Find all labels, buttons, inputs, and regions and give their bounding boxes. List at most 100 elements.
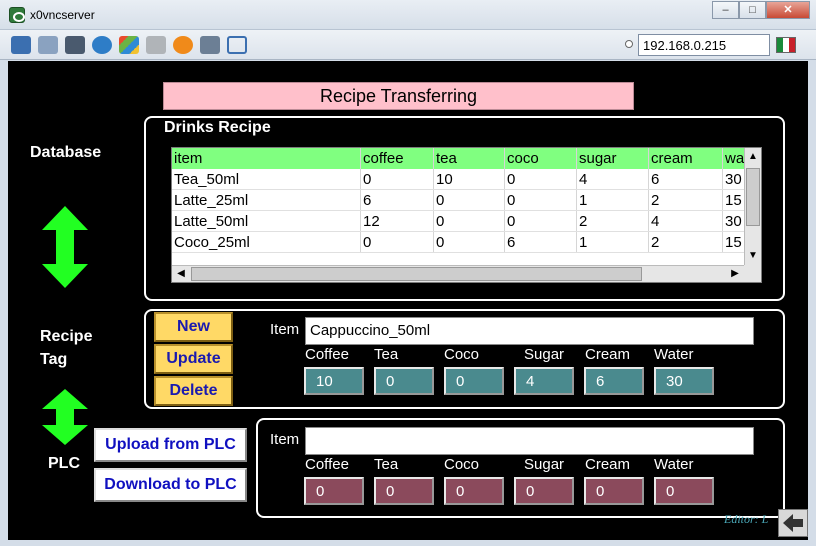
column-header[interactable]: cream: [649, 148, 723, 169]
horizontal-scrollbar[interactable]: ◀ ▶: [172, 265, 746, 282]
options-tools-icon[interactable]: [65, 36, 85, 54]
column-header[interactable]: coffee: [361, 148, 434, 169]
table-cell: Coco_25ml: [172, 232, 361, 252]
sugar-plc-input[interactable]: 0: [514, 477, 574, 505]
update-button[interactable]: Update: [154, 344, 233, 374]
download-to-plc-button[interactable]: Download to PLC: [94, 468, 247, 502]
delete-button[interactable]: Delete: [154, 376, 233, 406]
table-cell: 10: [434, 169, 505, 189]
scroll-down-icon[interactable]: ▼: [745, 248, 761, 264]
table-cell: 0: [505, 190, 577, 210]
window-title: x0vncserver: [30, 8, 95, 22]
scroll-up-icon[interactable]: ▲: [745, 149, 761, 165]
tag-item-input[interactable]: Cappuccino_50ml: [305, 317, 754, 345]
table-cell: 6: [361, 190, 434, 210]
coco-plc-input[interactable]: 0: [444, 477, 504, 505]
scroll-right-icon[interactable]: ▶: [727, 266, 743, 282]
recipe-label: Recipe: [40, 328, 93, 345]
table-cell: Latte_25ml: [172, 190, 361, 210]
table-row[interactable]: Latte_50ml 12 0 0 2 4 30: [172, 211, 746, 232]
database-label: Database: [30, 144, 102, 161]
windows-icon[interactable]: [38, 36, 58, 54]
vertical-scroll-thumb[interactable]: [746, 168, 760, 226]
recipe-table[interactable]: item coffee tea coco sugar cream wa Tea_…: [171, 147, 762, 283]
plc-item-input[interactable]: [305, 427, 754, 455]
alert-icon[interactable]: [173, 36, 193, 54]
keyboard-icon[interactable]: [146, 36, 166, 54]
close-button[interactable]: ✕: [766, 1, 810, 19]
table-row[interactable]: Tea_50ml 0 10 0 4 6 30: [172, 169, 746, 190]
vertical-scrollbar[interactable]: ▲ ▼: [744, 148, 761, 266]
table-cell: 15: [723, 190, 746, 210]
field-label: Cream: [585, 456, 631, 473]
table-cell: 0: [434, 190, 505, 210]
refresh-icon[interactable]: [92, 36, 112, 54]
vnc-app-icon: [9, 7, 25, 23]
column-header[interactable]: coco: [505, 148, 577, 169]
coffee-tag-input[interactable]: 10: [304, 367, 364, 395]
fullscreen-icon[interactable]: [227, 36, 247, 54]
tea-plc-input[interactable]: 0: [374, 477, 434, 505]
disconnect-icon[interactable]: [200, 36, 220, 54]
column-header[interactable]: item: [172, 148, 361, 169]
coco-tag-input[interactable]: 0: [444, 367, 504, 395]
horizontal-scroll-thumb[interactable]: [191, 267, 642, 281]
editor-watermark: Editor: L: [724, 512, 769, 526]
table-cell: 0: [434, 211, 505, 231]
table-cell: 12: [361, 211, 434, 231]
field-label: Tea: [374, 456, 399, 473]
plc-label: PLC: [48, 455, 80, 472]
field-label: Water: [654, 346, 694, 363]
page-title: Recipe Transferring: [163, 82, 634, 110]
column-header[interactable]: tea: [434, 148, 505, 169]
drinks-recipe-title: Drinks Recipe: [164, 119, 271, 136]
new-button[interactable]: New: [154, 312, 233, 342]
table-cell: Tea_50ml: [172, 169, 361, 189]
table-cell: 6: [505, 232, 577, 252]
water-plc-input[interactable]: 0: [654, 477, 714, 505]
back-arrow-icon: [783, 514, 803, 532]
column-header[interactable]: wa: [723, 148, 746, 169]
cream-plc-input[interactable]: 0: [584, 477, 644, 505]
table-cell: Latte_50ml: [172, 211, 361, 231]
table-cell: 0: [505, 169, 577, 189]
water-tag-input[interactable]: 30: [654, 367, 714, 395]
table-cell: 0: [361, 169, 434, 189]
hmi-screen: Recipe Transferring Database Recipe Tag …: [8, 61, 808, 540]
table-cell: 1: [577, 232, 649, 252]
cream-tag-input[interactable]: 6: [584, 367, 644, 395]
table-cell: 4: [577, 169, 649, 189]
table-cell: 0: [505, 211, 577, 231]
upload-from-plc-button[interactable]: Upload from PLC: [94, 428, 247, 462]
table-cell: 0: [434, 232, 505, 252]
table-cell: 30: [723, 211, 746, 231]
table-row[interactable]: Coco_25ml 0 0 6 1 2 15: [172, 232, 746, 253]
field-label: Water: [654, 456, 694, 473]
table-cell: 30: [723, 169, 746, 189]
status-dot-icon: [625, 40, 633, 48]
field-label: Coffee: [305, 346, 349, 363]
field-label: Cream: [585, 346, 631, 363]
connection-info-icon[interactable]: [11, 36, 31, 54]
windows-key-icon[interactable]: [119, 36, 139, 54]
table-cell: 0: [361, 232, 434, 252]
table-cell: 1: [577, 190, 649, 210]
minimize-button[interactable]: –: [712, 1, 739, 19]
scroll-left-icon[interactable]: ◀: [173, 266, 189, 282]
sugar-tag-input[interactable]: 4: [514, 367, 574, 395]
column-header[interactable]: sugar: [577, 148, 649, 169]
field-label: Coco: [444, 456, 480, 473]
table-row[interactable]: Latte_25ml 6 0 0 1 2 15: [172, 190, 746, 211]
table-cell: 2: [649, 232, 723, 252]
window-titlebar: x0vncserver – □ ✕: [0, 0, 816, 30]
table-cell: 2: [577, 211, 649, 231]
back-button[interactable]: [778, 509, 808, 537]
flag-icon: [776, 37, 796, 53]
coffee-plc-input[interactable]: 0: [304, 477, 364, 505]
ip-address-field[interactable]: 192.168.0.215: [638, 34, 770, 56]
tea-tag-input[interactable]: 0: [374, 367, 434, 395]
maximize-button[interactable]: □: [739, 1, 766, 19]
item-label: Item: [270, 321, 300, 338]
transfer-arrow-small-icon: [42, 389, 88, 445]
table-header: item coffee tea coco sugar cream wa: [172, 148, 746, 169]
